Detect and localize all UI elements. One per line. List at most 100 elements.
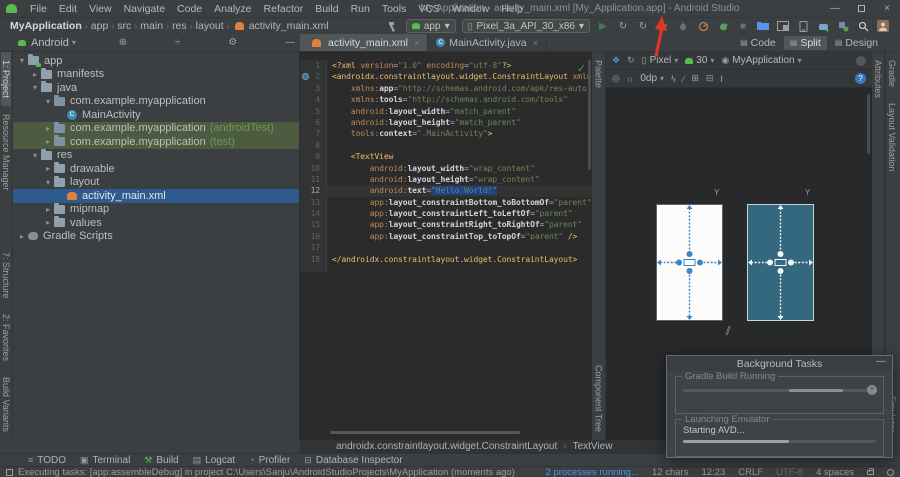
- breadcrumb-item[interactable]: main: [138, 20, 165, 32]
- clear-constraints-icon[interactable]: ϟ: [671, 74, 676, 84]
- lock-icon[interactable]: [867, 467, 874, 475]
- close-window-icon[interactable]: ×: [874, 0, 900, 18]
- editor-gutter[interactable]: 1 2 3 4 5 6 7 8 9 10 11 12 13 14 15 16 17 18: [300, 60, 327, 272]
- guidelines-icon[interactable]: I: [720, 74, 723, 84]
- status-widget-crlf[interactable]: CRLF: [738, 467, 763, 477]
- tab-attributes[interactable]: Attributes: [873, 52, 883, 106]
- line-number[interactable]: 8: [300, 140, 326, 151]
- tree-expand-arrow[interactable]: ▾: [43, 97, 53, 106]
- tree-collapse-arrow[interactable]: ▸: [43, 124, 53, 133]
- dialog-title-bar[interactable]: Background Tasks —: [667, 356, 892, 371]
- resize-grip-icon[interactable]: ∥: [724, 325, 737, 335]
- cancel-task-icon[interactable]: ×: [867, 385, 877, 395]
- tree-collapse-arrow[interactable]: ▸: [43, 205, 53, 214]
- code-line[interactable]: <TextView: [327, 151, 592, 162]
- breadcrumb-item[interactable]: src: [115, 20, 133, 32]
- tree-collapse-arrow[interactable]: ▸: [43, 164, 53, 173]
- maximize-window-icon[interactable]: [848, 0, 874, 18]
- project-view-selector[interactable]: Android: [31, 37, 69, 49]
- tool-window-button-resource-manager[interactable]: Resource Manager: [1, 106, 11, 199]
- theme-dropdown[interactable]: ◉ MyApplication ▾: [721, 55, 801, 66]
- menu-edit[interactable]: Edit: [53, 3, 83, 15]
- hide-panel-icon[interactable]: —: [280, 37, 300, 48]
- attach-debugger-icon[interactable]: [676, 20, 690, 33]
- code-line[interactable]: app:layout_constraintBottom_toBottomOf="…: [327, 197, 592, 208]
- avd-manager-icon[interactable]: [816, 20, 830, 33]
- tree-item-layout[interactable]: ▾ layout: [13, 175, 299, 190]
- device-select[interactable]: ▯ Pixel_3a_API_30_x86 ▾: [461, 19, 590, 33]
- profiler-icon[interactable]: [696, 20, 710, 33]
- build-hammer-icon[interactable]: [386, 20, 400, 33]
- menu-view[interactable]: View: [83, 3, 118, 15]
- breadcrumb-item[interactable]: res: [170, 20, 189, 32]
- tool-window-button-2-favorites[interactable]: 2: Favorites: [1, 306, 11, 369]
- breadcrumb-element[interactable]: androidx.constraintlayout.widget.Constra…: [336, 441, 557, 452]
- project-tree[interactable]: ▾ app ▸ manifests ▾ java ▾ com.example.myapplic…: [13, 52, 300, 440]
- breadcrumb-item[interactable]: activity_main.xml: [247, 20, 331, 32]
- status-widget-utf-8[interactable]: UTF-8: [776, 467, 803, 477]
- tree-collapse-arrow[interactable]: ▸: [43, 137, 53, 146]
- code-line[interactable]: </androidx.constraintlayout.widget.Const…: [327, 254, 592, 265]
- tree-expand-arrow[interactable]: ▾: [17, 56, 27, 65]
- breadcrumb-item[interactable]: layout: [194, 20, 226, 32]
- tree-expand-arrow[interactable]: ▾: [30, 151, 40, 160]
- line-number[interactable]: 17: [300, 242, 326, 253]
- device-manager-icon[interactable]: [796, 20, 810, 33]
- menu-help[interactable]: Help: [495, 3, 529, 15]
- line-number[interactable]: 18: [300, 254, 326, 265]
- breadcrumb-item[interactable]: app: [89, 20, 111, 32]
- profile-avatar[interactable]: [876, 20, 890, 33]
- help-icon[interactable]: ?: [855, 73, 866, 84]
- sdk-manager-icon[interactable]: [836, 20, 850, 33]
- tree-expand-arrow[interactable]: ▾: [43, 178, 53, 187]
- status-widget-4-spaces[interactable]: 4 spaces: [816, 467, 854, 477]
- line-number[interactable]: 1: [300, 60, 326, 71]
- dialog-minimize-icon[interactable]: —: [876, 356, 886, 367]
- line-number[interactable]: 13: [300, 197, 326, 208]
- status-message[interactable]: Executing tasks: [app:assembleDebug] in …: [18, 467, 515, 477]
- menu-window[interactable]: Window: [446, 3, 495, 15]
- default-margin-dropdown[interactable]: 0dp ▾: [640, 73, 664, 84]
- tool-window-todo[interactable]: ≡ TODO: [28, 455, 66, 466]
- code-editor[interactable]: 1 2 3 4 5 6 7 8 9 10 11 12 13 14 15 16 17 18 <?xml versio…: [300, 52, 592, 440]
- code-line[interactable]: <androidx.constraintlayout.widget.Constr…: [327, 71, 592, 82]
- code-line[interactable]: <?xml version="1.0" encoding="utf-8"?>: [327, 60, 592, 71]
- menu-build[interactable]: Build: [309, 3, 344, 15]
- close-tab-icon[interactable]: ×: [414, 38, 419, 48]
- settings-icon[interactable]: ⚙: [223, 37, 242, 48]
- line-number[interactable]: 6: [300, 117, 326, 128]
- tool-window-button-build-variants[interactable]: Build Variants: [1, 369, 11, 440]
- menu-analyze[interactable]: Analyze: [208, 3, 257, 15]
- search-everywhere-icon[interactable]: [856, 20, 870, 33]
- debug-button[interactable]: [656, 20, 670, 33]
- breadcrumb-item[interactable]: MyApplication: [8, 20, 84, 32]
- tool-window-build[interactable]: ⚒ Build: [144, 455, 178, 466]
- toolwindow-toggle-icon[interactable]: [6, 468, 13, 476]
- code-line[interactable]: android:layout_width="match_parent": [327, 106, 592, 117]
- line-number[interactable]: 11: [300, 174, 326, 185]
- layout-inspector-icon[interactable]: [776, 20, 790, 33]
- orientation-icon[interactable]: ↻: [627, 55, 635, 66]
- tree-expand-arrow[interactable]: ▾: [30, 83, 40, 92]
- editor-vertical-scrollbar[interactable]: [588, 60, 591, 170]
- editor-tab-activity_main-xml[interactable]: activity_main.xml ×: [300, 34, 429, 51]
- tree-item-manifests[interactable]: ▸ manifests: [13, 67, 299, 82]
- code-line[interactable]: xmlns:tools="http://schemas.android.com/…: [327, 94, 592, 105]
- design-surface-icon[interactable]: ❖: [612, 55, 620, 66]
- tool-window-button-gradle[interactable]: Gradle: [887, 52, 897, 95]
- phone-preview-blueprint[interactable]: [747, 204, 814, 321]
- tool-window-button-7-structure[interactable]: 7: Structure: [1, 244, 11, 307]
- menu-refactor[interactable]: Refactor: [258, 3, 310, 15]
- line-number[interactable]: 5: [300, 106, 326, 117]
- line-number[interactable]: 9: [300, 151, 326, 162]
- line-number[interactable]: 16: [300, 231, 326, 242]
- pack-icon[interactable]: ⊞: [691, 73, 699, 84]
- code-line[interactable]: android:layout_width="wrap_content": [327, 163, 592, 174]
- tree-item-com-example-myapplication[interactable]: ▸ com.example.myapplication (androidTest): [13, 121, 299, 135]
- tool-window-terminal[interactable]: ▣ Terminal: [80, 455, 130, 466]
- inspection-ok-icon[interactable]: ✓: [577, 62, 586, 75]
- tree-collapse-arrow[interactable]: ▸: [43, 218, 53, 227]
- canvas-scrollbar[interactable]: [867, 94, 870, 154]
- line-number[interactable]: 14: [300, 208, 326, 219]
- tree-item-MainActivity[interactable]: C MainActivity: [13, 108, 299, 122]
